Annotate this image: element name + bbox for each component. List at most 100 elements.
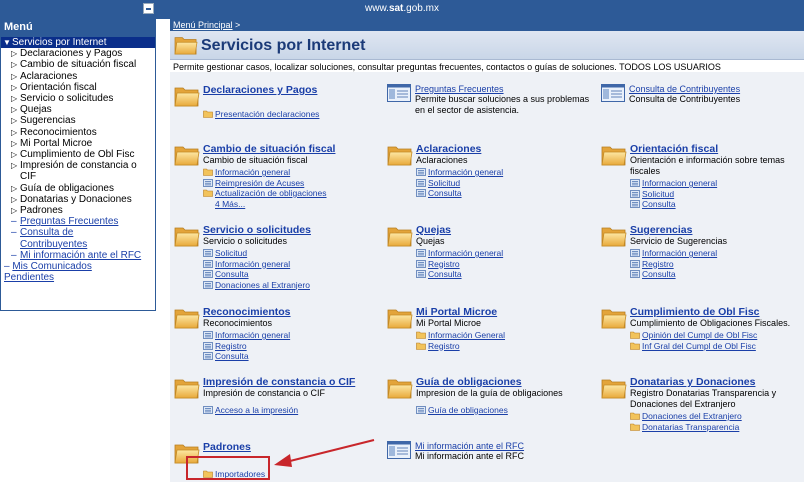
sidebar-item-sugerencias[interactable]: ▷ Sugerencias: [1, 115, 155, 126]
card-link[interactable]: Donaciones del Extranjero: [630, 411, 776, 422]
sidebar-item-aclaraciones[interactable]: ▷ Aclaraciones: [1, 71, 155, 82]
card-link[interactable]: Consulta: [630, 269, 727, 280]
sidebar-item-donatarias[interactable]: ▷ Donatarias y Donaciones: [1, 194, 155, 205]
card-link[interactable]: Presentación declaraciones: [203, 109, 319, 120]
card-link[interactable]: Consulta: [416, 188, 503, 199]
card-cumplimiento: Cumplimiento de Obl Fisc Cumplimiento de…: [601, 306, 801, 368]
card-link[interactable]: Información general: [203, 259, 311, 270]
card-title-link[interactable]: Mi información ante el RFC: [415, 441, 524, 451]
card-title-link[interactable]: Consulta de Contribuyentes: [629, 84, 740, 94]
card-link[interactable]: Opinión del Cumpl de Obl Fisc: [630, 330, 790, 341]
card-link-label: Información general: [215, 330, 291, 340]
card-title-link[interactable]: Aclaraciones: [416, 143, 503, 155]
card-title-link[interactable]: Mi Portal Microe: [416, 306, 505, 318]
sidebar-item-impresion[interactable]: ▷ Impresión de constancia o CIF: [1, 160, 155, 182]
sidebar-link-comunicados[interactable]: – Mis Comunicados: [1, 261, 155, 272]
card-link[interactable]: Inf Gral del Cumpl de Obl Fisc: [630, 341, 790, 352]
card-title-link[interactable]: Donatarias y Donaciones: [630, 376, 776, 388]
card-link[interactable]: Consulta: [203, 351, 291, 362]
card-link[interactable]: Reimpresión de Acuses: [203, 178, 335, 189]
document-icon: [203, 281, 213, 289]
card-link[interactable]: Información general: [416, 167, 503, 178]
card-link-label: Registro: [428, 258, 460, 269]
folder-icon: [174, 376, 200, 400]
card-link[interactable]: Registro: [416, 259, 503, 270]
card-link-label: Solicitud: [428, 177, 461, 188]
card-title-link[interactable]: Preguntas Frecuentes: [415, 84, 589, 94]
card-link[interactable]: Solicitud: [203, 248, 311, 259]
sidebar-item-label: Cumplimiento de Obl Fisc: [20, 149, 135, 161]
card-link[interactable]: Información general: [203, 167, 335, 178]
card-link[interactable]: Consulta: [630, 199, 785, 210]
card-link[interactable]: Información general: [630, 248, 727, 259]
document-icon: [630, 249, 640, 257]
triangle-right-icon: ▷: [11, 206, 18, 216]
card-description: Orientación e información sobre temas: [630, 155, 785, 165]
card-description: Cumplimiento de Obligaciones Fiscales.: [630, 318, 791, 328]
folder-icon: [387, 224, 413, 248]
card-title-link[interactable]: Quejas: [416, 224, 503, 236]
card-link[interactable]: Registro: [416, 341, 505, 352]
card-link[interactable]: Acceso a la impresión: [203, 405, 355, 416]
card-link[interactable]: Solicitud: [630, 189, 785, 200]
sidebar-link-comunicados-cont[interactable]: Pendientes: [1, 272, 155, 283]
breadcrumb-home-link[interactable]: Menú Principal: [173, 20, 233, 30]
sidebar-item-padrones[interactable]: ▷ Padrones: [1, 205, 155, 216]
sidebar-item-servicio[interactable]: ▷ Servicio o solicitudes: [1, 93, 155, 104]
card-impresion: Impresión de constancia o CIF Impresión …: [174, 376, 382, 428]
card-title-link[interactable]: Cambio de situación fiscal: [203, 143, 335, 155]
card-title-link[interactable]: Declaraciones y Pagos: [203, 84, 319, 96]
card-link[interactable]: Informacion general: [630, 178, 785, 189]
sidebar-item-reconocimientos[interactable]: ▷ Reconocimientos: [1, 127, 155, 138]
card-title-link[interactable]: Servicio o solicitudes: [203, 224, 311, 236]
card-title-link[interactable]: Guía de obligaciones: [416, 376, 563, 388]
card-link[interactable]: Información general: [203, 330, 291, 341]
sidebar-link-consulta-cont[interactable]: Contribuyentes: [1, 239, 155, 250]
card-title-link[interactable]: Reconocimientos: [203, 306, 291, 318]
card-title-link[interactable]: Padrones: [203, 441, 265, 453]
triangle-right-icon: ▷: [11, 116, 18, 126]
card-link[interactable]: Información general: [416, 248, 503, 259]
sidebar-link-preguntas[interactable]: – Preguntas Frecuentes: [1, 216, 155, 227]
sidebar-link-mi-info[interactable]: – Mi información ante el RFC: [1, 250, 155, 261]
card-link-label: Acceso a la impresión: [215, 405, 299, 415]
card-link[interactable]: Actualización de obligaciones: [203, 188, 335, 199]
card-link[interactable]: Guía de obligaciones: [416, 405, 563, 416]
card-link[interactable]: Consulta: [416, 269, 503, 280]
sidebar-item-microe[interactable]: ▷ Mi Portal Microe: [1, 138, 155, 149]
sidebar-item-label: Servicio o solicitudes: [20, 93, 114, 105]
card-link[interactable]: Donatarias Transparencia: [630, 422, 776, 433]
sidebar-item-servicios[interactable]: ▼Servicios por Internet: [1, 37, 155, 49]
document-icon: [203, 406, 213, 414]
card-link[interactable]: Consulta: [203, 269, 311, 280]
card-title-link[interactable]: Orientación fiscal: [630, 143, 785, 155]
page-icon: [601, 84, 625, 102]
card-title-link[interactable]: Cumplimiento de Obl Fisc: [630, 306, 790, 318]
sidebar-item-label: Cambio de situación fiscal: [20, 59, 137, 71]
card-link[interactable]: Registro: [630, 259, 727, 270]
card-link[interactable]: Donaciones al Extranjero: [203, 280, 311, 291]
sidebar-item-cambio[interactable]: ▷ Cambio de situación fiscal: [1, 59, 155, 70]
card-link[interactable]: Registro: [203, 341, 291, 352]
sidebar-item-guia[interactable]: ▷ Guía de obligaciones: [1, 183, 155, 194]
sidebar-item-cumplimiento[interactable]: ▷ Cumplimiento de Obl Fisc: [1, 149, 155, 160]
card-link[interactable]: Solicitud: [416, 178, 503, 189]
sidebar-item-quejas[interactable]: ▷ Quejas: [1, 104, 155, 115]
more-link[interactable]: 4 Más...: [203, 199, 335, 210]
card-link-label: Solicitud: [215, 248, 248, 258]
card-link-label: Actualización de obligaciones: [215, 188, 327, 198]
breadcrumb: Menú Principal >: [170, 19, 804, 31]
sidebar-item-declaraciones[interactable]: ▷ Declaraciones y Pagos: [1, 48, 155, 59]
card-link-label: Consulta: [215, 351, 249, 361]
card-title-link[interactable]: Sugerencias: [630, 224, 727, 236]
document-icon: [203, 179, 213, 187]
card-title-link[interactable]: Impresión de constancia o CIF: [203, 376, 355, 388]
top-bar: www.sat.gob.mx: [0, 0, 804, 19]
sidebar-item-orientacion[interactable]: ▷ Orientación fiscal: [1, 82, 155, 93]
card-link-label: Información general: [428, 248, 504, 258]
document-icon: [630, 179, 640, 187]
card-description: Impresión de constancia o CIF: [203, 388, 326, 398]
sidebar-link-consulta[interactable]: – Consulta de: [1, 227, 155, 238]
card-link[interactable]: Información General: [416, 330, 505, 341]
folder-small-icon: [630, 331, 640, 339]
